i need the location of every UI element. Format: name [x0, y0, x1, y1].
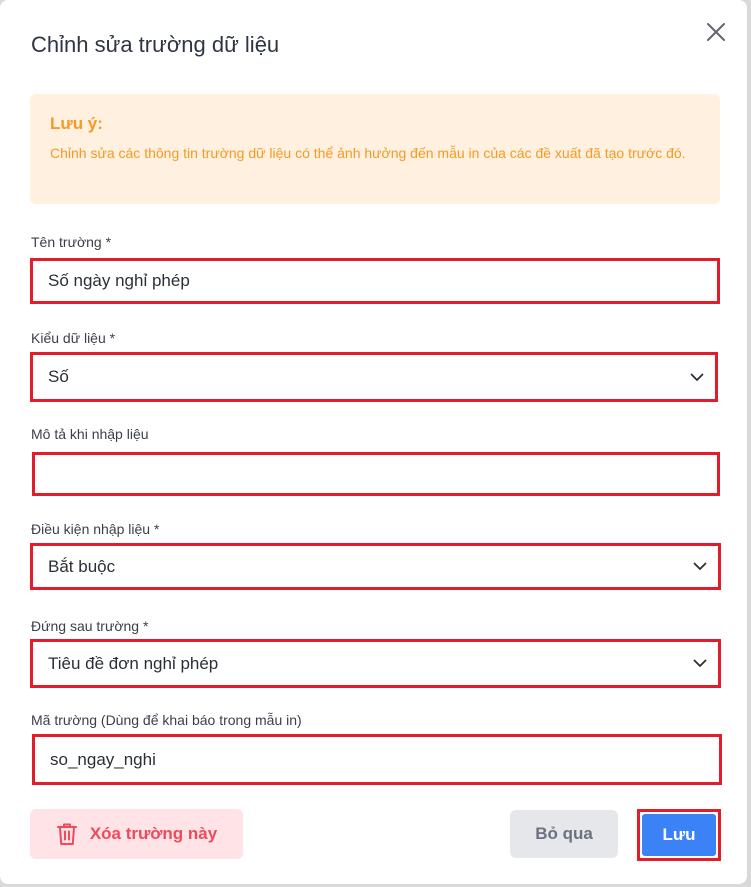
description-label: Mô tả khi nhập liệu — [31, 426, 149, 442]
chevron-down-icon — [682, 562, 718, 571]
after-field-value: Tiêu đề đơn nghỉ phép — [48, 653, 219, 673]
close-icon — [707, 23, 725, 41]
notice-box: Lưu ý: Chỉnh sửa các thông tin trường dữ… — [30, 94, 720, 204]
save-button-body[interactable]: Lưu — [642, 814, 716, 856]
field-name-value: Số ngày nghỉ phép — [48, 271, 190, 290]
delete-field-label: Xóa trường này — [89, 824, 218, 843]
save-button[interactable]: Lưu — [637, 809, 721, 861]
skip-button[interactable]: Bỏ qua — [510, 810, 618, 858]
after-field-select[interactable]: Tiêu đề đơn nghỉ phép — [30, 639, 721, 688]
data-type-select[interactable]: Số — [30, 352, 718, 402]
input-condition-value: Bắt buộc — [48, 556, 116, 576]
edit-field-dialog: Chỉnh sửa trường dữ liệu Lưu ý: Chỉnh sử… — [0, 0, 747, 884]
data-type-value: Số — [48, 367, 69, 386]
input-condition-label: Điều kiện nhập liệu * — [31, 521, 160, 537]
data-type-label: Kiểu dữ liệu * — [31, 330, 116, 346]
description-input[interactable] — [32, 452, 720, 496]
notice-title: Lưu ý: — [50, 114, 103, 133]
field-code-input[interactable]: so_ngay_nghi — [32, 734, 722, 785]
field-name-input[interactable]: Số ngày nghỉ phép — [30, 258, 720, 304]
dialog-title: Chỉnh sửa trường dữ liệu — [31, 32, 280, 57]
notice-text: Chỉnh sửa các thông tin trường dữ liệu c… — [50, 145, 686, 161]
close-button[interactable] — [700, 16, 732, 48]
field-code-label: Mã trường (Dùng để khai báo trong mẫu in… — [31, 712, 302, 728]
chevron-down-icon — [679, 373, 715, 382]
save-label: Lưu — [662, 825, 696, 844]
delete-field-button[interactable]: Xóa trường này — [30, 809, 243, 859]
after-field-label: Đứng sau trường * — [31, 618, 149, 634]
field-name-label: Tên trường * — [31, 234, 112, 250]
field-code-value: so_ngay_nghi — [50, 749, 156, 769]
trash-icon — [56, 823, 77, 845]
skip-label: Bỏ qua — [535, 824, 593, 843]
input-condition-select[interactable]: Bắt buộc — [30, 543, 721, 590]
chevron-down-icon — [682, 659, 718, 668]
